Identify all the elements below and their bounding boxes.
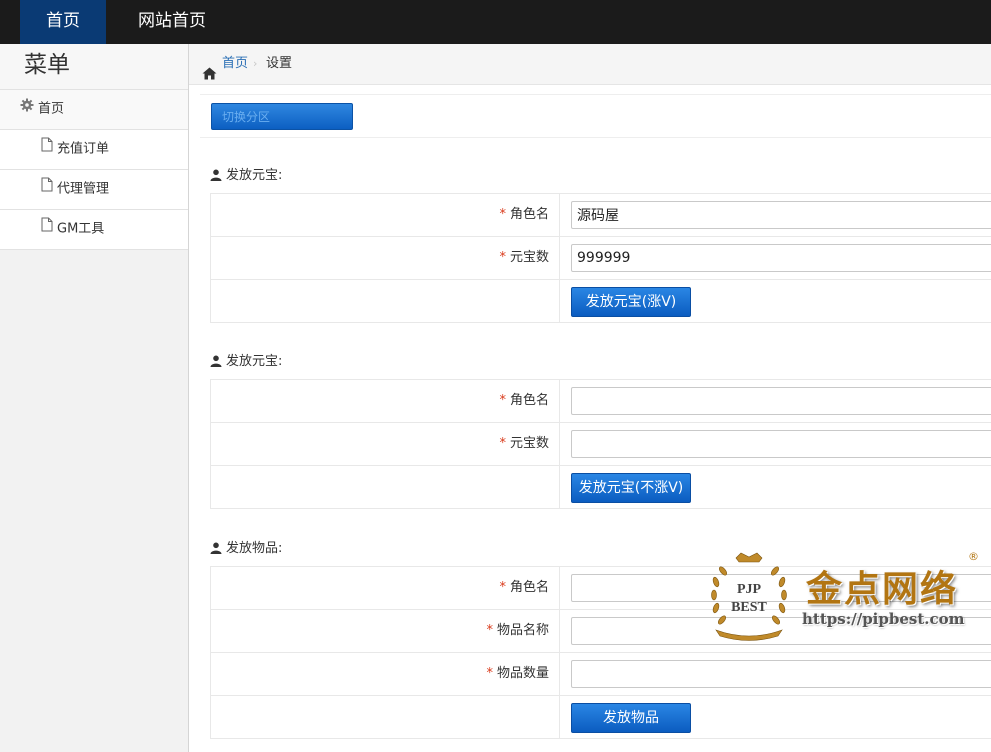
form-row: * 元宝数 <box>210 237 991 280</box>
svg-text:PJP: PJP <box>737 582 762 597</box>
required-mark: * <box>499 207 506 222</box>
required-mark: * <box>486 623 493 638</box>
form-row: * 角色名 <box>210 380 991 423</box>
label-cell <box>211 466 560 508</box>
laurel-seal-icon: PJP BEST <box>711 552 787 641</box>
field-label: * 角色名 <box>499 380 549 422</box>
section-title-text: 发放元宝: <box>226 168 283 183</box>
user-icon <box>210 542 222 554</box>
breadcrumb-home-link[interactable]: 首页 <box>222 44 248 84</box>
form-row: 发放物品 <box>210 696 991 739</box>
document-icon <box>41 130 53 168</box>
section-title-text: 发放物品: <box>226 541 283 556</box>
sidebar-title: 菜单 <box>0 44 188 90</box>
sidebar-item-gm-tools[interactable]: GM工具 <box>0 210 188 250</box>
required-mark: * <box>499 436 506 451</box>
sidebar-item-label: 代理管理 <box>57 181 110 197</box>
section-title: 发放物品: <box>210 537 282 556</box>
user-icon <box>210 355 222 367</box>
field-label-text: 角色名 <box>509 393 549 408</box>
form-row: 发放元宝(涨V) <box>210 280 991 323</box>
label-cell <box>211 696 560 738</box>
ingot-form-no-vip: * 角色名 * 元宝数 发放元宝(不涨V) <box>210 379 991 509</box>
svg-text:BEST: BEST <box>731 600 767 615</box>
field-label-text: 物品数量 <box>496 666 549 681</box>
top-nav: 首页 网站首页 <box>0 0 991 44</box>
registered-mark: ® <box>968 550 979 563</box>
sidebar-item-label: 充值订单 <box>57 141 110 157</box>
label-cell: * 物品数量 <box>211 653 560 695</box>
send-item-button[interactable]: 发放物品 <box>571 703 691 733</box>
watermark-logo: PJP BEST 金点网络 https://pipbest.com ® <box>704 548 991 648</box>
ingot-count-input[interactable] <box>571 244 991 272</box>
field-label: * 物品名称 <box>486 610 549 652</box>
label-cell: * 角色名 <box>211 567 560 609</box>
document-icon <box>41 210 53 248</box>
field-label-text: 角色名 <box>509 207 549 222</box>
sidebar-item-label: 首页 <box>38 101 65 117</box>
label-cell: * 物品名称 <box>211 610 560 652</box>
field-label: * 角色名 <box>499 567 549 609</box>
watermark-name: 金点网络 <box>806 568 959 610</box>
required-mark: * <box>499 580 506 595</box>
field-label-text: 角色名 <box>509 580 549 595</box>
label-cell <box>211 280 560 322</box>
field-label: * 元宝数 <box>499 237 549 279</box>
sidebar-item-agent-management[interactable]: 代理管理 <box>0 170 188 210</box>
sidebar: 菜单 首页 充值订单 代理管理 GM工具 <box>0 44 189 752</box>
label-cell: * 角色名 <box>211 380 560 422</box>
form-row: * 角色名 <box>210 194 991 237</box>
required-mark: * <box>486 666 493 681</box>
home-icon[interactable] <box>202 57 217 97</box>
section-title-text: 发放元宝: <box>226 354 283 369</box>
nav-website-home[interactable]: 网站首页 <box>124 0 220 44</box>
sidebar-item-home[interactable]: 首页 <box>0 90 188 130</box>
send-ingot-vip-button[interactable]: 发放元宝(涨V) <box>571 287 691 317</box>
item-quantity-input[interactable] <box>571 660 991 688</box>
switch-server-button[interactable]: 切换分区 <box>211 103 353 130</box>
breadcrumb-separator: › <box>253 57 258 70</box>
field-label: * 物品数量 <box>486 653 549 695</box>
gear-icon <box>20 90 34 128</box>
ingot-form-vip: *角色名 *元宝数 发放元宝(涨V) <box>210 193 991 323</box>
breadcrumb-current: 设置 <box>266 56 293 71</box>
watermark-url: https://pipbest.com <box>802 610 965 628</box>
field-label: * 元宝数 <box>499 423 549 465</box>
required-mark: * <box>499 250 506 265</box>
field-label-text: 元宝数 <box>509 436 549 451</box>
sidebar-item-label: GM工具 <box>57 221 105 237</box>
nav-home[interactable]: 首页 <box>20 0 106 44</box>
role-name-input[interactable] <box>571 387 991 415</box>
section-title: 发放元宝: <box>210 350 282 369</box>
toolbar: 切换分区 <box>200 94 991 138</box>
sidebar-item-recharge-orders[interactable]: 充值订单 <box>0 130 188 170</box>
label-cell: * 角色名 <box>211 194 560 236</box>
send-ingot-no-vip-button[interactable]: 发放元宝(不涨V) <box>571 473 691 503</box>
form-row: * 物品数量 <box>210 653 991 696</box>
ingot-count-input[interactable] <box>571 430 991 458</box>
breadcrumb: 首页 › 设置 <box>189 44 991 85</box>
field-label-text: 物品名称 <box>496 623 549 638</box>
form-row: 发放元宝(不涨V) <box>210 466 991 509</box>
section-title: 发放元宝: <box>210 164 282 183</box>
field-label: * 角色名 <box>499 194 549 236</box>
label-cell: * 元宝数 <box>211 237 560 279</box>
required-mark: * <box>499 393 506 408</box>
label-cell: * 元宝数 <box>211 423 560 465</box>
field-label-text: 元宝数 <box>509 250 549 265</box>
user-icon <box>210 169 222 181</box>
form-row: * 元宝数 <box>210 423 991 466</box>
role-name-input[interactable] <box>571 201 991 229</box>
document-icon <box>41 170 53 208</box>
